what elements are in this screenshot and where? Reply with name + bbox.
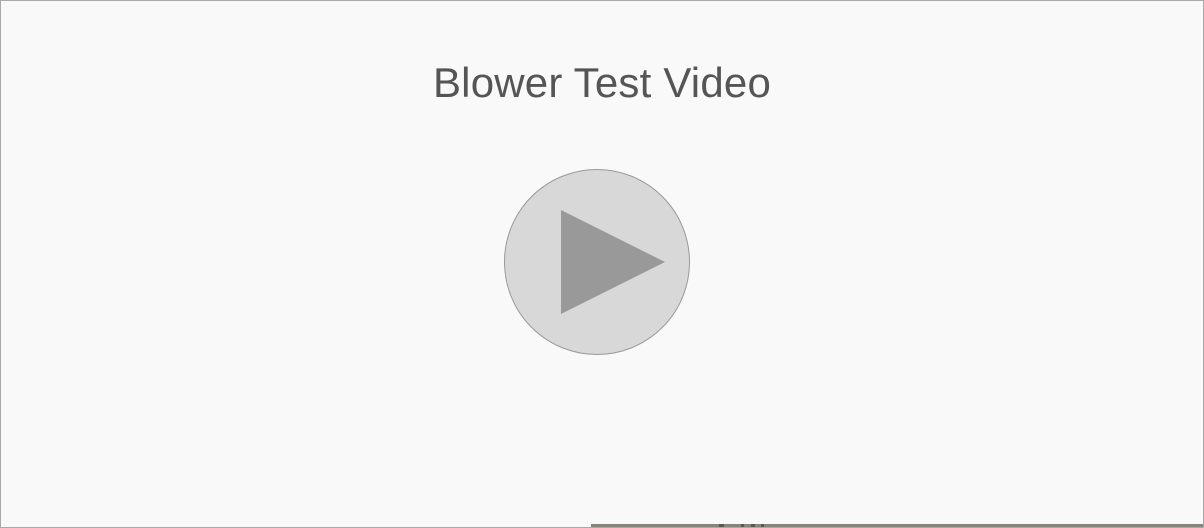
- video-player[interactable]: Blower Test Video: [0, 0, 1204, 528]
- video-title: Blower Test Video: [432, 59, 772, 106]
- play-icon: [561, 210, 665, 314]
- video-thumbnail-edge: [591, 524, 1203, 527]
- play-button[interactable]: [504, 169, 690, 355]
